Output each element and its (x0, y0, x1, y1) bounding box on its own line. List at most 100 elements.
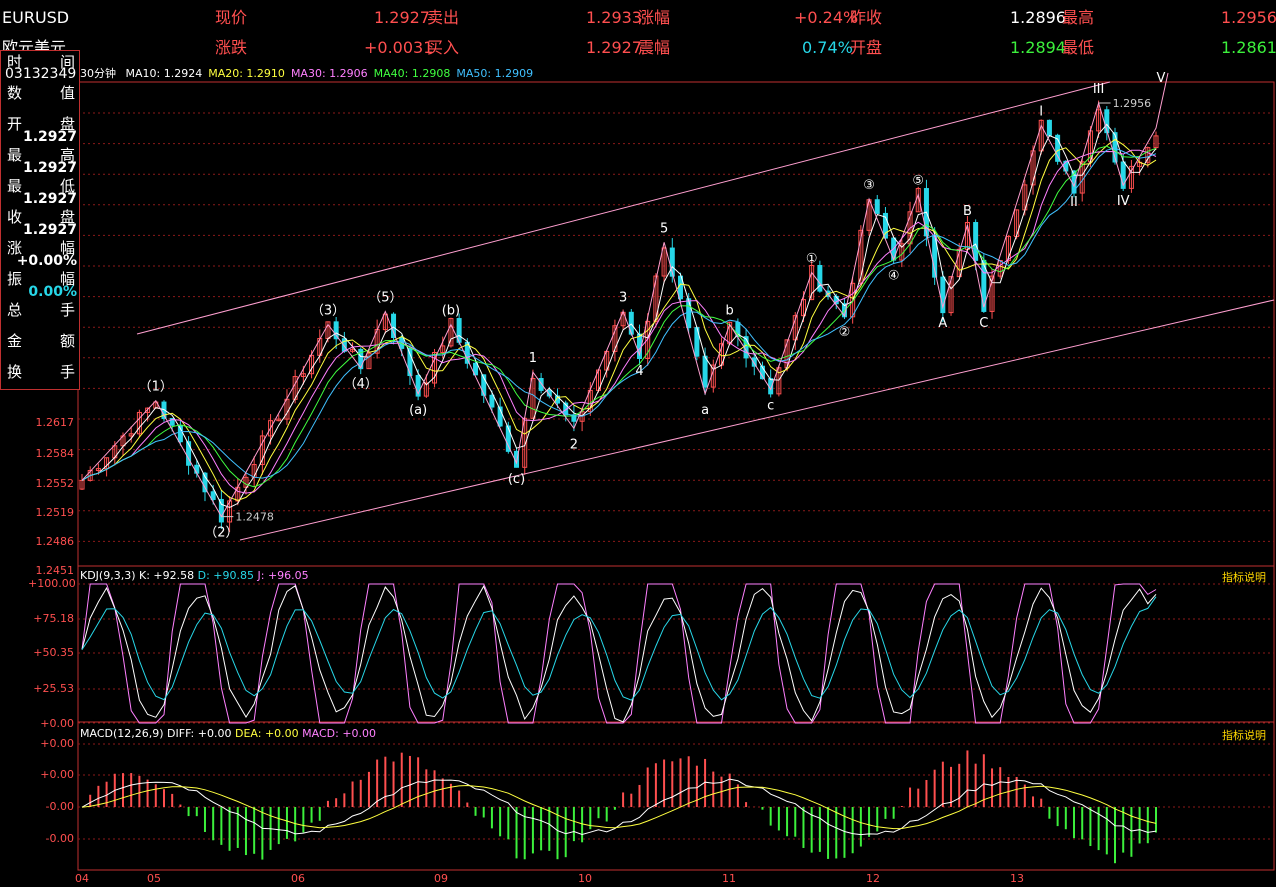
wave-label: A (938, 316, 947, 331)
price-axis-tick: 1.2584 (35, 447, 75, 460)
chart-canvas[interactable]: （1）（2）（3）（4）（5）(a)(b)(c)12345abc①②③④⑤ABC… (0, 0, 1276, 887)
candle-body (686, 298, 692, 329)
ma-legend-item: MA50: 1.2909 (456, 67, 534, 80)
wave-label: ④ (888, 269, 900, 284)
wave-label: ③ (863, 178, 875, 193)
ma-legend-item: MA10: 1.2924 (125, 67, 203, 80)
wave-label: （3） (311, 304, 345, 319)
macd-dea: DEA: +0.00 (234, 727, 299, 740)
info-key-1: 最 (7, 146, 23, 164)
wave-label: 5 (660, 221, 668, 236)
kdj-line (81, 585, 1157, 723)
kdj-title: KDJ(9,3,3) (80, 569, 136, 582)
ma-legend-item: MA30: 1.2906 (290, 67, 368, 80)
info-key-1: 开 (7, 115, 23, 133)
info-key-1: 收 (7, 208, 23, 226)
candle-body (1046, 119, 1052, 136)
wave-label: （4） (344, 377, 378, 392)
macd-axis-tick: -0.00 (45, 832, 74, 845)
wave-label: ① (806, 252, 818, 267)
info-row: 金额 (1, 330, 79, 350)
time-axis-tick: 13 (1010, 872, 1024, 885)
kdj-axis-tick: +75.18 (33, 612, 74, 625)
wave-label: III (1093, 82, 1105, 97)
info-key-2: 手 (59, 301, 75, 319)
time-axis-tick: 11 (722, 872, 736, 885)
time-axis-tick: 09 (434, 872, 448, 885)
kdj-legend: KDJ(9,3,3) K: +92.58 D: +90.85 J: +96.05 (80, 569, 309, 582)
candle-body (874, 199, 880, 214)
wave-label: 2 (570, 437, 578, 452)
macd-value: MACD: +0.00 (302, 727, 377, 740)
wave-label: (b) (442, 304, 460, 319)
info-key-1: 最 (7, 177, 23, 195)
info-row: 收盘 1.2927 (1, 206, 79, 238)
wave-label: b (726, 304, 734, 319)
kdj-axis-tick: +50.35 (33, 646, 74, 659)
time-axis-tick: 12 (866, 872, 880, 885)
wave-label: V (1157, 71, 1166, 86)
high-marker-label: 1.2956 (1113, 97, 1152, 110)
macd-diff: DIFF: +0.00 (167, 727, 232, 740)
low-marker-label: 1.2478 (235, 511, 273, 524)
candle-body (210, 491, 216, 500)
candle-body (194, 464, 200, 474)
ma-legend-item: MA40: 1.2908 (373, 67, 451, 80)
wave-label: ② (839, 325, 851, 340)
ma-legend: 30分钟 MA10: 1.2924 MA20: 1.2910 MA30: 1.290… (80, 65, 533, 81)
info-key-2: 值 (59, 84, 75, 102)
wave-label: 1 (529, 351, 537, 366)
kdj-k: K: +92.58 (139, 569, 195, 582)
kdj-axis-tick: +0.00 (40, 717, 74, 730)
macd-help-button[interactable]: 指标说明 (1222, 727, 1266, 743)
ma-line (81, 145, 1157, 488)
candle-body (333, 321, 339, 340)
candle-body (702, 355, 708, 388)
kdj-axis-tick: +25.53 (33, 682, 74, 695)
price-axis-tick: 1.2552 (35, 477, 75, 490)
info-key-1: 振 (7, 270, 23, 288)
wave-label: C (979, 316, 988, 331)
crosshair-info-panel: 时 间 03132349 数值开盘 1.2927 最高 1.2927 最低 1.2927 收… (0, 50, 80, 390)
info-row: 数值 (1, 82, 79, 102)
info-row: 开盘 1.2927 (1, 113, 79, 145)
info-key-2: 额 (59, 332, 75, 350)
wave-label: （1） (139, 380, 173, 395)
kdj-line (81, 596, 1157, 701)
time-axis-tick: 10 (578, 872, 592, 885)
kdj-axis-tick: +100.00 (28, 577, 76, 590)
time-axis-tick: 06 (291, 872, 305, 885)
info-value: 1.2927 (22, 160, 77, 176)
wave-label: ⑤ (912, 174, 924, 189)
info-row: 换手 (1, 361, 79, 381)
macd-axis-tick: +0.00 (40, 768, 74, 781)
info-key-2: 手 (59, 363, 75, 381)
kdj-j: J: +96.05 (257, 569, 309, 582)
info-row: 涨幅 +0.00% (1, 237, 79, 269)
info-value: 1.2927 (22, 129, 77, 145)
candle-body (218, 498, 224, 523)
time-axis-tick: 04 (75, 872, 89, 885)
info-value: 1.2927 (22, 222, 77, 238)
price-axis-tick: 1.2519 (35, 506, 75, 519)
info-row: 振幅 0.00% (1, 268, 79, 300)
ma-line (81, 138, 1157, 501)
wave-label: （5） (368, 291, 402, 306)
candle-body (407, 347, 413, 377)
time-axis-tick: 05 (147, 872, 161, 885)
info-key-1: 总 (7, 301, 23, 319)
ma-line (81, 147, 1157, 481)
price-axis-tick: 1.2617 (35, 416, 75, 429)
info-value: 1.2927 (22, 191, 77, 207)
info-key-1: 换 (7, 363, 23, 381)
kdj-help-button[interactable]: 指标说明 (1222, 569, 1266, 585)
wave-label: 3 (619, 291, 627, 306)
info-value: 0.00% (28, 284, 77, 300)
candle-body (973, 222, 979, 261)
macd-axis-tick: +0.00 (40, 737, 74, 750)
wave-label: a (701, 403, 709, 418)
wave-label: 4 (635, 364, 643, 379)
wave-label: B (963, 204, 972, 219)
ma-legend-item: MA20: 1.2910 (208, 67, 285, 80)
wave-label: c (767, 398, 774, 413)
